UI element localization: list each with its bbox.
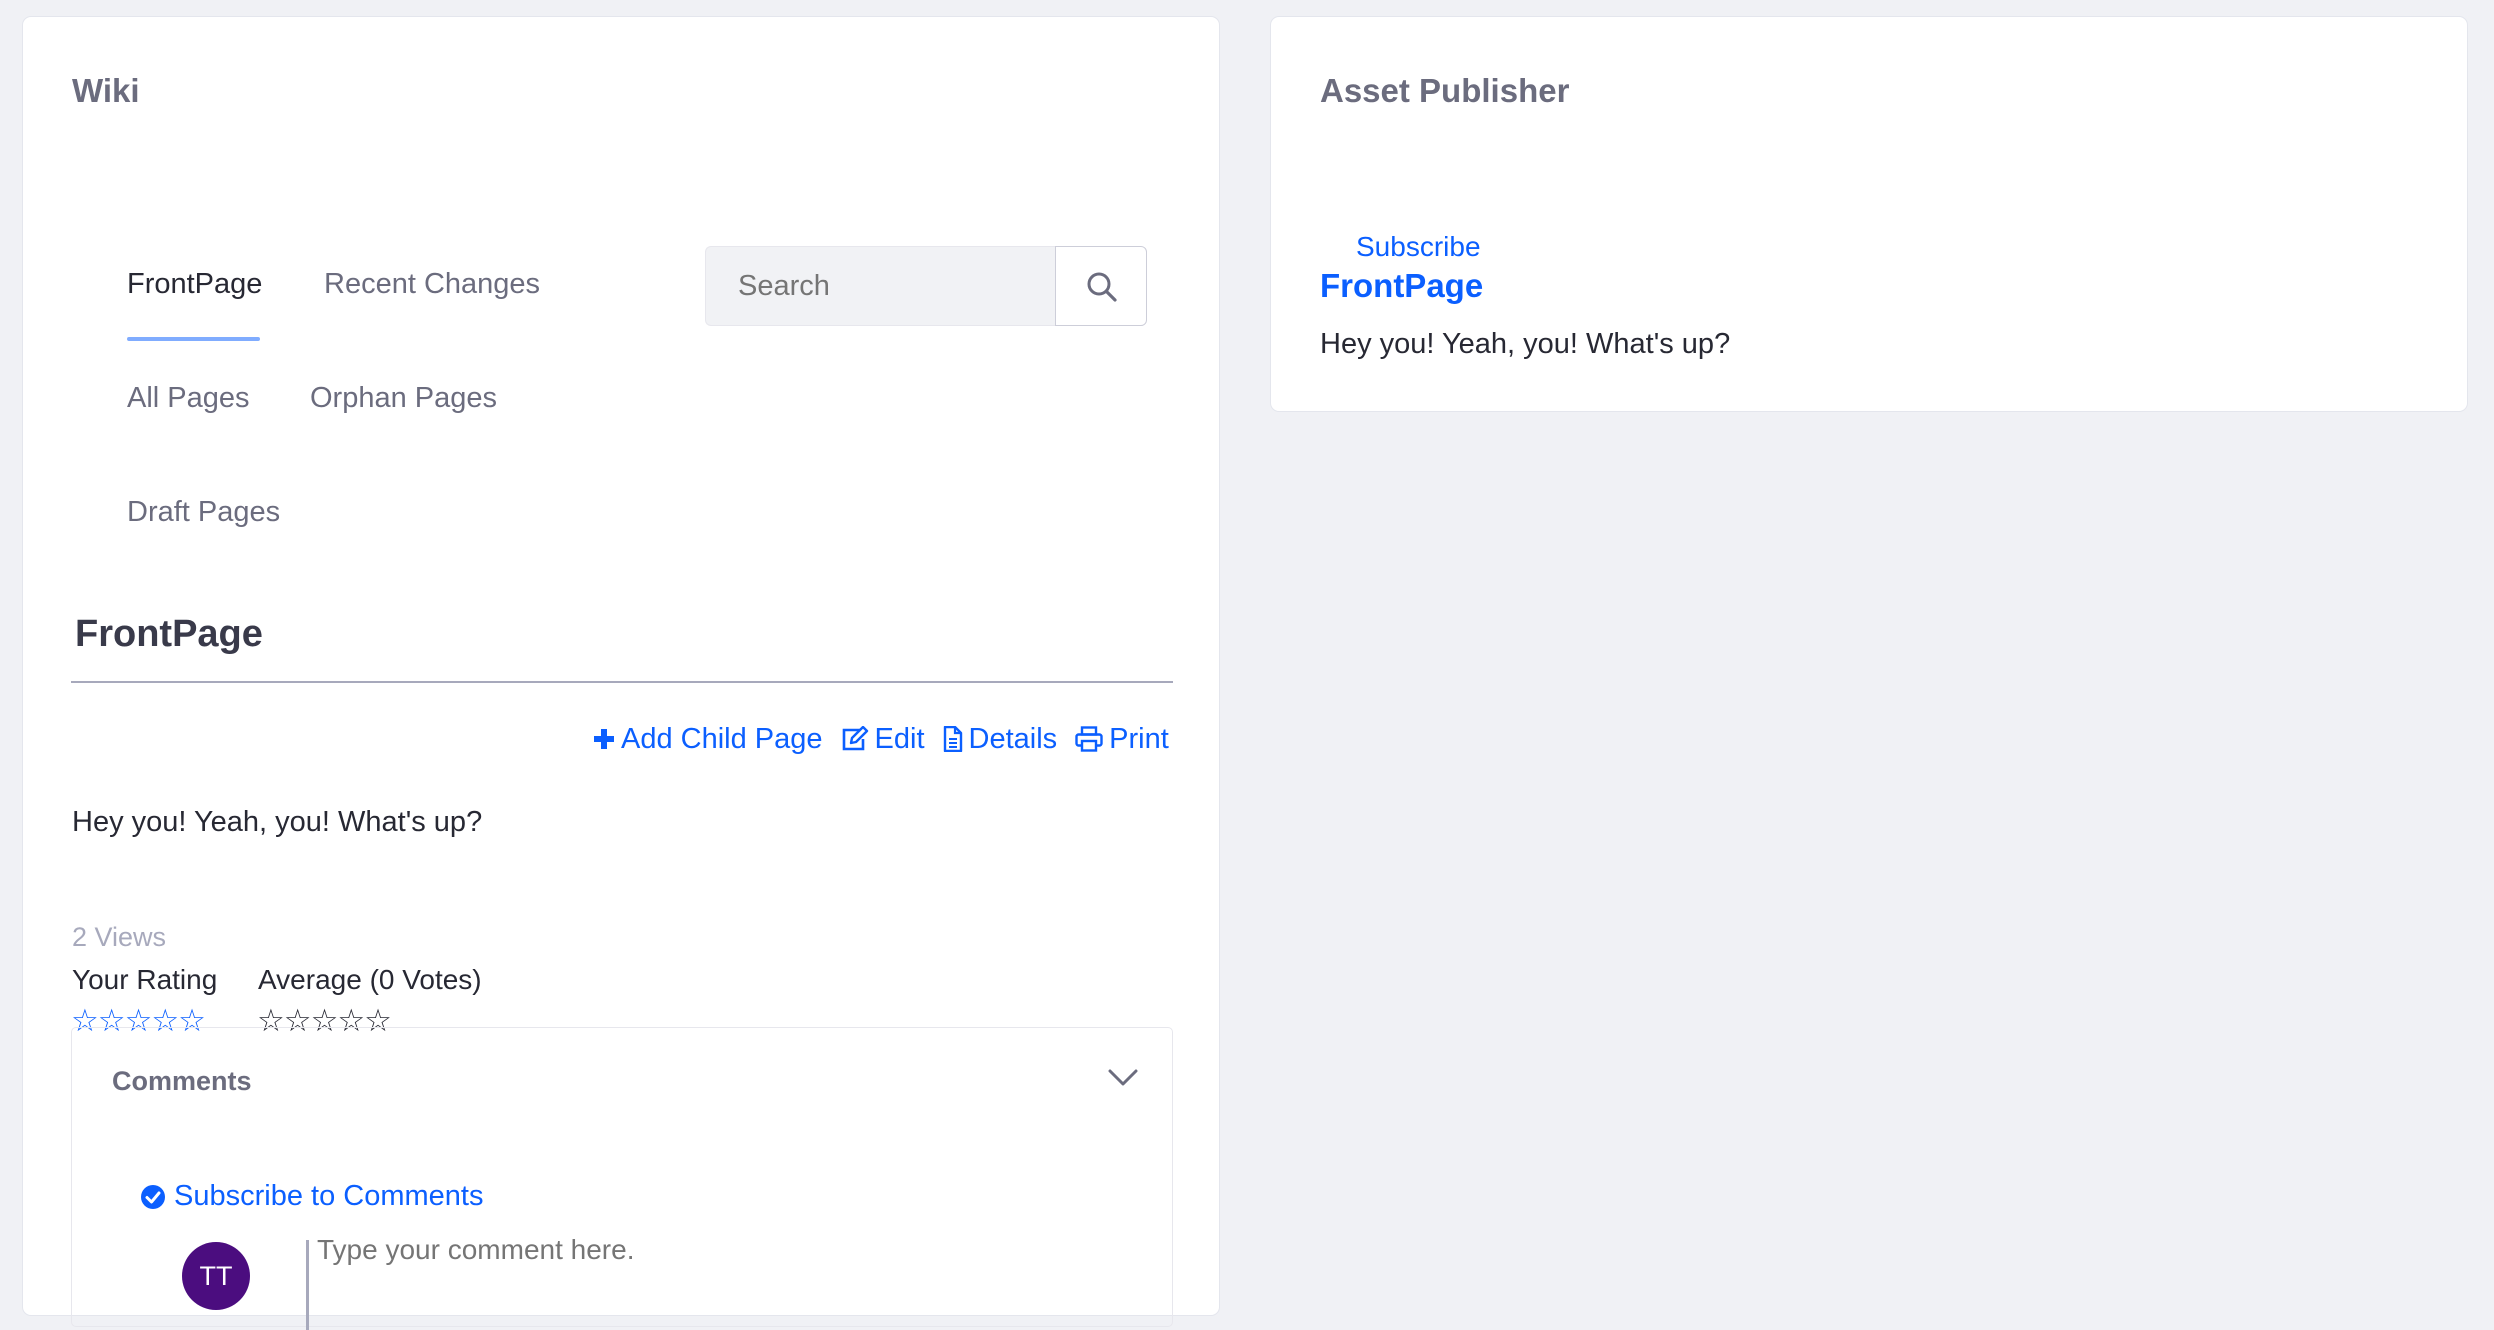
comment-input-border — [306, 1240, 309, 1330]
nav-orphan-pages[interactable]: Orphan Pages — [310, 382, 497, 415]
nav-all-pages[interactable]: All Pages — [127, 382, 250, 415]
your-rating-label: Your Rating — [72, 964, 218, 995]
asset-entry-summary: Hey you! Yeah, you! What's up? — [1320, 328, 1731, 360]
average-rating-label: Average (0 Votes) — [258, 964, 482, 995]
subscribe-to-comments-label: Subscribe to Comments — [174, 1180, 484, 1212]
edit-label: Edit — [874, 722, 925, 755]
details-link[interactable]: Details — [943, 722, 1058, 756]
edit-icon — [842, 726, 868, 751]
plus-icon — [594, 729, 614, 749]
asset-publisher-portlet: Asset Publisher Subscribe FrontPage Hey … — [1270, 16, 2468, 412]
add-child-page-link[interactable]: Add Child Page — [593, 723, 823, 756]
page-title: FrontPage — [75, 613, 263, 655]
page-actions: Add Child Page Edit Details Print — [593, 719, 1169, 759]
asset-entry-title-link[interactable]: FrontPage — [1320, 267, 1483, 305]
subscribe-link[interactable]: Subscribe — [1356, 231, 1481, 263]
wiki-portlet-title: Wiki — [72, 72, 140, 109]
print-label: Print — [1109, 722, 1169, 755]
document-icon — [943, 726, 962, 752]
nav-recent-changes[interactable]: Recent Changes — [324, 268, 540, 301]
nav-draft-pages[interactable]: Draft Pages — [127, 496, 280, 529]
print-link[interactable]: Print — [1075, 723, 1169, 756]
page-title-divider — [71, 681, 1173, 683]
comments-title: Comments — [112, 1066, 252, 1096]
chevron-down-icon[interactable] — [1108, 1068, 1138, 1088]
check-circle-icon — [141, 1184, 165, 1209]
avatar: TT — [182, 1242, 250, 1310]
avatar-initials: TT — [199, 1260, 233, 1291]
subscribe-to-comments-link[interactable]: Subscribe to Comments — [140, 1180, 483, 1213]
comments-panel: Comments Subscribe to Comments TT — [71, 1027, 1173, 1330]
add-child-page-label: Add Child Page — [621, 722, 823, 755]
nav-active-underline — [127, 337, 260, 341]
page-content: Hey you! Yeah, you! What's up? — [72, 806, 483, 838]
search-box — [705, 246, 1147, 326]
print-icon — [1075, 726, 1103, 752]
search-button[interactable] — [1055, 246, 1147, 326]
wiki-portlet: Wiki FrontPage Recent Changes All Pages … — [22, 16, 1220, 1330]
details-label: Details — [968, 722, 1058, 755]
asset-publisher-title: Asset Publisher — [1320, 72, 1570, 109]
comment-input[interactable] — [317, 1234, 1117, 1304]
nav-frontpage[interactable]: FrontPage — [127, 268, 262, 301]
view-count: 2 Views — [72, 922, 167, 952]
edit-link[interactable]: Edit — [841, 723, 925, 756]
search-input[interactable] — [705, 246, 1057, 326]
search-icon — [1087, 272, 1117, 302]
